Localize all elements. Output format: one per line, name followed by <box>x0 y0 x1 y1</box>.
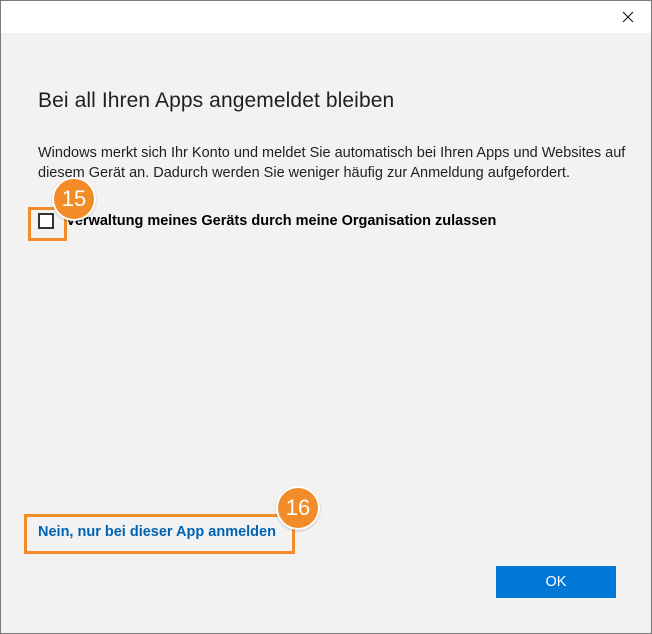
callout-badge-15: 15 <box>52 177 96 221</box>
org-management-option[interactable]: Verwaltung meines Geräts durch meine Org… <box>38 213 496 229</box>
close-button[interactable] <box>605 1 651 33</box>
org-management-checkbox[interactable] <box>38 213 54 229</box>
dialog-window: Bei all Ihren Apps angemeldet bleiben Wi… <box>0 0 652 634</box>
only-this-app-link[interactable]: Nein, nur bei dieser App anmelden <box>38 524 276 540</box>
close-icon <box>622 11 634 23</box>
dialog-heading: Bei all Ihren Apps angemeldet bleiben <box>38 89 395 112</box>
ok-button[interactable]: OK <box>496 566 616 598</box>
dialog-description: Windows merkt sich Ihr Konto und meldet … <box>38 145 626 181</box>
callout-badge-16: 16 <box>276 486 320 530</box>
org-management-label[interactable]: Verwaltung meines Geräts durch meine Org… <box>66 213 496 229</box>
title-bar <box>1 1 651 33</box>
